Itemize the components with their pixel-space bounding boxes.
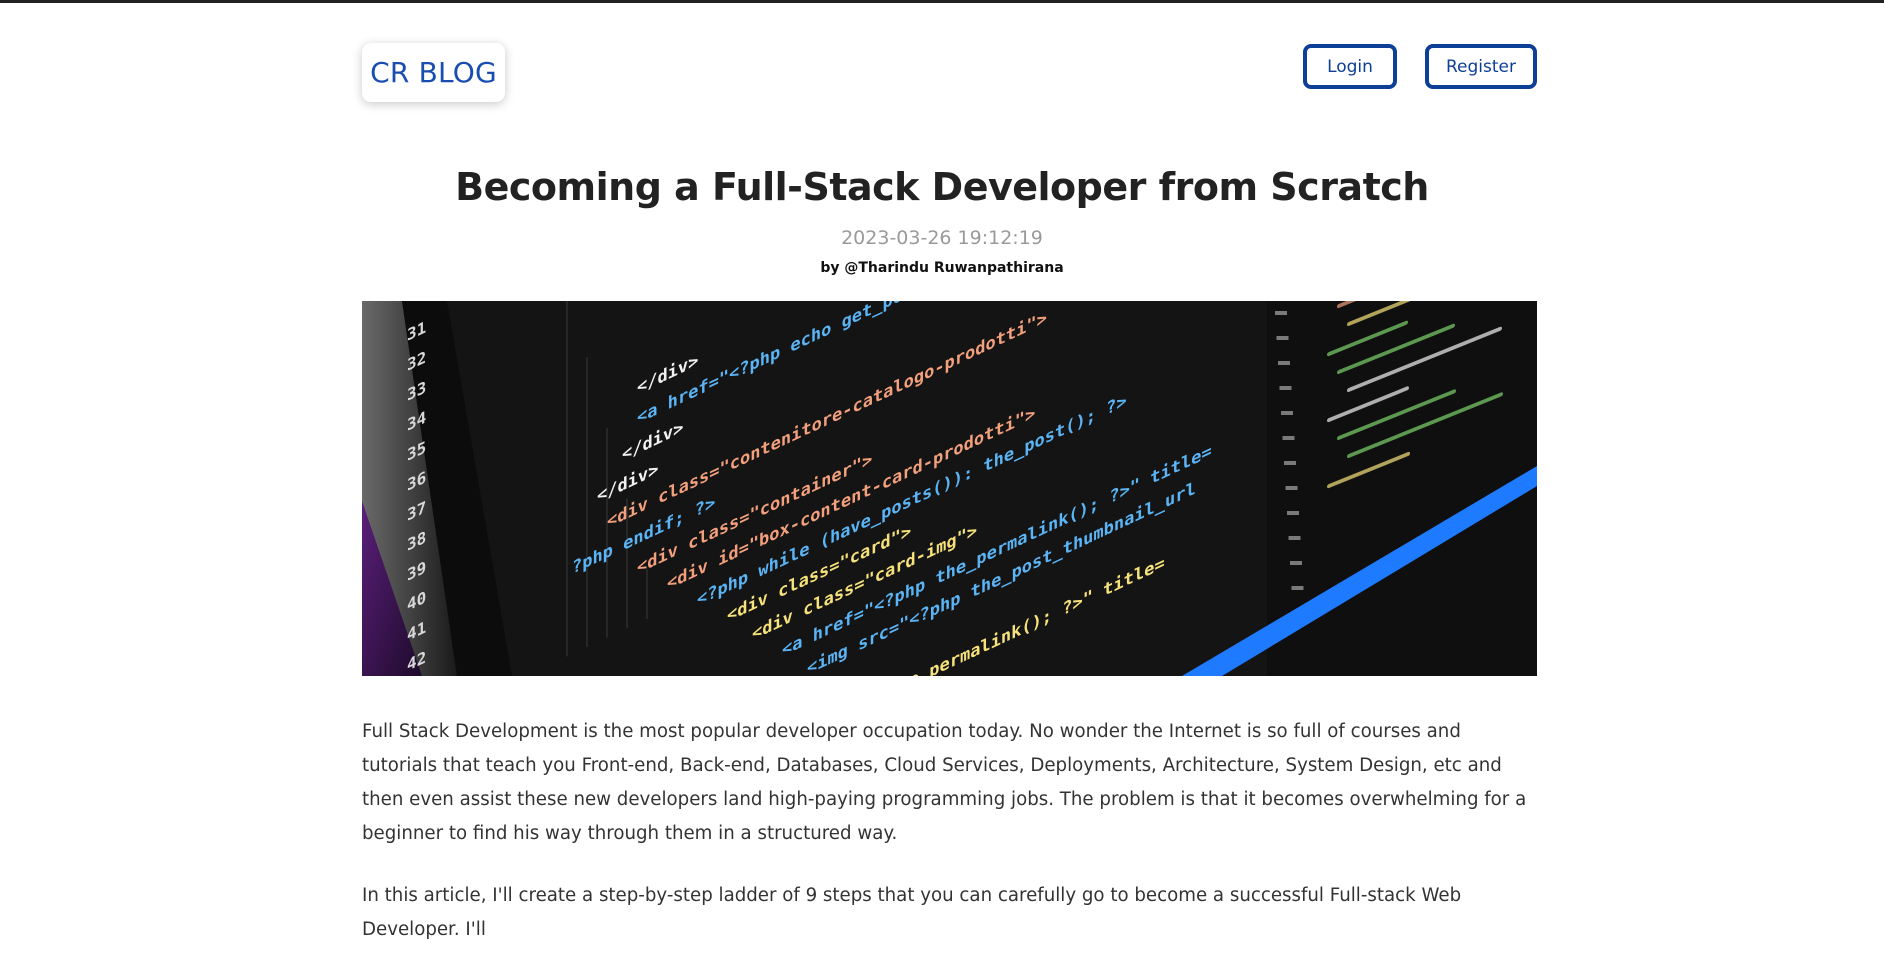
- blurred-line-number: [1290, 561, 1302, 565]
- post-body: Full Stack Development is the most popul…: [362, 715, 1537, 975]
- blurred-line-number: [1288, 536, 1301, 540]
- blurred-line-number: [1275, 311, 1287, 315]
- register-button[interactable]: Register: [1425, 44, 1537, 89]
- post-paragraph: Full Stack Development is the most popul…: [362, 721, 1527, 844]
- post-date: 2023-03-26 19:12:19: [841, 227, 1043, 249]
- post-title: Becoming a Full-Stack Developer from Scr…: [455, 165, 1429, 209]
- post-paragraph: In this article, I'll create a step-by-s…: [362, 885, 1462, 940]
- blurred-line-number: [1279, 386, 1292, 390]
- hero-image: 3132333435363738394041424344</div><a hre…: [362, 301, 1537, 676]
- blurred-line-number: [1291, 586, 1304, 590]
- code-screen-illustration: 3132333435363738394041424344</div><a hre…: [362, 301, 1537, 676]
- blurred-line-number: [1287, 511, 1299, 515]
- blurred-line-number: [1276, 336, 1289, 340]
- post-author: by @Tharindu Ruwanpathirana: [820, 260, 1064, 276]
- blurred-line-number: [1278, 361, 1290, 365]
- blurred-line-number: [1281, 411, 1293, 415]
- blurred-line-number: [1284, 461, 1296, 465]
- site-logo[interactable]: CR BLOG: [362, 43, 505, 102]
- blurred-line-number: [1282, 436, 1295, 440]
- blurred-line-number: [1285, 486, 1298, 490]
- login-button[interactable]: Login: [1303, 44, 1397, 89]
- site-header: CR BLOG Login Register: [362, 41, 1537, 105]
